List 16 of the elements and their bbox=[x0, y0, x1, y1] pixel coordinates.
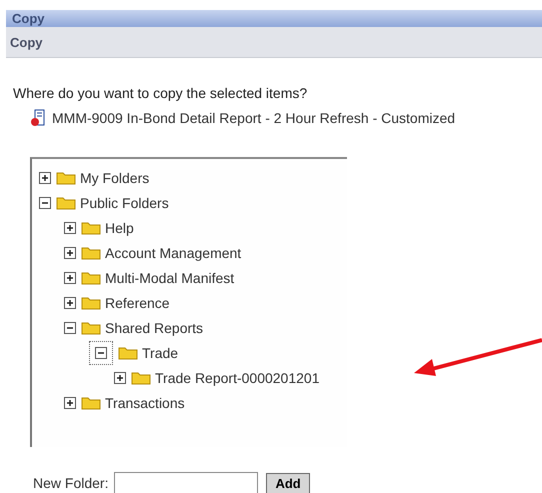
tree-item[interactable]: My Folders bbox=[80, 170, 150, 186]
tree-item[interactable]: Help bbox=[105, 220, 134, 236]
field-label: New Folder: bbox=[33, 475, 108, 491]
tree-item[interactable]: Reference bbox=[105, 294, 170, 310]
tree-item[interactable]: Trade bbox=[142, 344, 178, 360]
prompt-text: Where do you want to copy the selected items? bbox=[13, 85, 308, 101]
tree-item[interactable]: Account Management bbox=[105, 244, 242, 260]
tree-item[interactable]: Trade Report-0000201201 bbox=[155, 370, 320, 386]
window-title: Copy bbox=[6, 10, 542, 27]
tree-item[interactable]: Shared Reports bbox=[105, 320, 204, 336]
dialog-header: Copy bbox=[6, 27, 542, 58]
tree-item[interactable]: Public Folders bbox=[80, 194, 169, 210]
add-button[interactable]: Add bbox=[266, 472, 310, 493]
tree-item[interactable]: Multi-Modal Manifest bbox=[105, 270, 234, 286]
report-name: MMM-9009 In-Bond Detail Report - 2 Hour Refresh - Customized bbox=[52, 110, 456, 126]
tree-item[interactable]: Transactions bbox=[105, 394, 185, 410]
